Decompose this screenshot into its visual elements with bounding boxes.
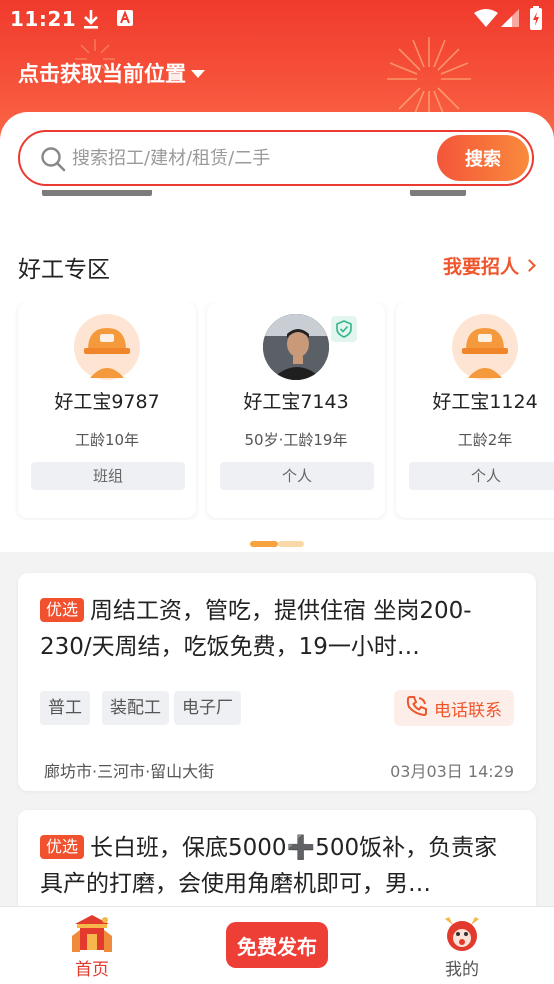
nav-home-label: 首页 bbox=[75, 960, 109, 980]
worker-experience: 50岁·工龄19年 bbox=[244, 431, 348, 449]
nav-home[interactable]: 首页 bbox=[42, 907, 142, 984]
worker-card[interactable]: 好工宝7143 50岁·工龄19年 个人 bbox=[207, 302, 385, 518]
featured-badge: 优选 bbox=[40, 835, 85, 859]
carousel-indicator-active bbox=[250, 541, 278, 547]
job-post-time: 03月03日 14:29 bbox=[390, 762, 514, 781]
job-tag: 装配工 bbox=[102, 691, 169, 725]
job-title: 优选 周结工资，管吃，提供住宿 坐岗200-230/天周结，吃饭免费，19一小时… bbox=[40, 593, 520, 665]
job-card[interactable]: 优选 周结工资，管吃，提供住宿 坐岗200-230/天周结，吃饭免费，19一小时…… bbox=[18, 573, 536, 791]
call-button-label: 电话联系 bbox=[434, 700, 502, 721]
nav-mine-label: 我的 bbox=[445, 960, 479, 980]
phone-icon bbox=[406, 695, 428, 722]
post-job-link[interactable]: 我要招人 bbox=[442, 252, 536, 279]
job-tag: 电子厂 bbox=[174, 691, 241, 725]
worker-experience: 工龄2年 bbox=[457, 431, 513, 449]
bottom-navigation: 首页 免费发布 我的 bbox=[0, 906, 554, 984]
chevron-right-icon bbox=[523, 259, 536, 272]
scrolled-content-fragment bbox=[42, 190, 152, 198]
featured-badge: 优选 bbox=[40, 598, 85, 622]
worker-avatar bbox=[452, 314, 518, 380]
status-bar: 11:21 bbox=[0, 0, 554, 38]
search-icon bbox=[40, 146, 66, 176]
worker-type-tag: 个人 bbox=[220, 462, 374, 490]
search-input[interactable] bbox=[72, 143, 432, 173]
worker-name: 好工宝1124 bbox=[432, 391, 538, 413]
download-icon bbox=[82, 8, 100, 34]
worker-photo bbox=[263, 314, 329, 380]
search-button[interactable]: 搜索 bbox=[437, 135, 529, 181]
app-notification-icon bbox=[116, 9, 134, 31]
worker-card[interactable]: 好工宝1124 工龄2年 个人 bbox=[396, 302, 554, 518]
nav-mine[interactable]: 我的 bbox=[412, 907, 512, 984]
job-tag: 普工 bbox=[40, 691, 90, 725]
worker-experience: 工龄10年 bbox=[74, 431, 140, 449]
scrolled-content-fragment bbox=[410, 190, 466, 198]
section-title: 好工专区 bbox=[18, 257, 110, 283]
wifi-icon bbox=[474, 9, 498, 31]
worker-carousel[interactable]: 好工宝9787 工龄10年 班组 好工宝7143 50岁·工龄19年 个人 好工… bbox=[0, 302, 554, 520]
caret-down-icon bbox=[191, 70, 205, 78]
search-bar: 搜索 bbox=[18, 130, 534, 186]
location-label: 点击获取当前位置 bbox=[18, 62, 186, 86]
post-job-link-label: 我要招人 bbox=[442, 256, 519, 278]
worker-name: 好工宝7143 bbox=[243, 391, 349, 413]
job-location: 廊坊市·三河市·留山大街 bbox=[44, 762, 215, 781]
verified-shield-icon bbox=[331, 316, 357, 342]
job-title-text: 长白班，保底5000➕500饭补，负责家具产的打磨，会使用角磨机即可，男… bbox=[40, 835, 498, 897]
worker-name: 好工宝9787 bbox=[54, 391, 160, 413]
battery-charging-icon bbox=[530, 6, 542, 34]
free-publish-button[interactable]: 免费发布 bbox=[226, 922, 328, 968]
worker-type-tag: 班组 bbox=[31, 462, 185, 490]
worker-card[interactable]: 好工宝9787 工龄10年 班组 bbox=[18, 302, 196, 518]
status-time: 11:21 bbox=[10, 7, 77, 31]
job-title-text: 周结工资，管吃，提供住宿 坐岗200-230/天周结，吃饭免费，19一小时… bbox=[40, 598, 472, 660]
home-temple-icon bbox=[71, 912, 113, 958]
job-title: 优选 长白班，保底5000➕500饭补，负责家具产的打磨，会使用角磨机即可，男… bbox=[40, 830, 520, 902]
profile-lion-icon bbox=[443, 915, 481, 957]
carousel-indicator-track bbox=[278, 541, 304, 547]
call-button[interactable]: 电话联系 bbox=[394, 690, 514, 726]
carousel-indicator bbox=[250, 541, 304, 547]
worker-avatar bbox=[74, 314, 140, 380]
location-selector[interactable]: 点击获取当前位置 bbox=[18, 58, 205, 88]
worker-type-tag: 个人 bbox=[409, 462, 554, 490]
signal-icon bbox=[501, 9, 519, 31]
